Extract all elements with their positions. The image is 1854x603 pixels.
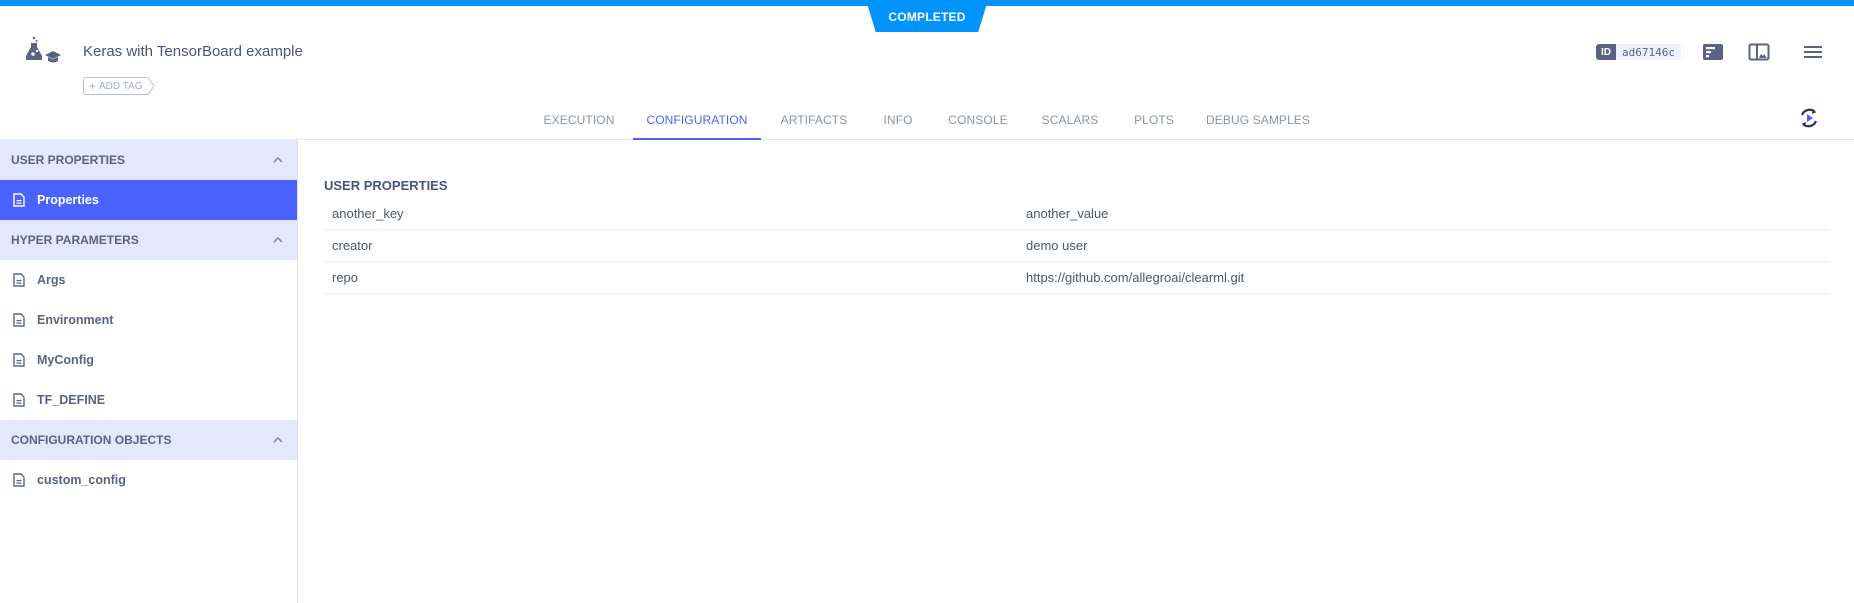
experiment-title[interactable]: Keras with TensorBoard example [83,43,303,60]
section-user-properties[interactable]: USER PROPERTIES [0,140,297,180]
document-icon [13,273,25,287]
tab-plots[interactable]: PLOTS [1129,100,1179,140]
property-value: https://github.com/allegroai/clearml.git [1018,270,1830,285]
sidebar-item-label: custom_config [37,473,126,487]
layout-toggle-icon[interactable] [1748,42,1770,62]
section-title: HYPER PARAMETERS [11,233,139,247]
section-title: CONFIGURATION OBJECTS [11,433,171,447]
experiment-type-icon [24,36,64,66]
document-icon [13,193,25,207]
chevron-up-icon[interactable] [271,153,285,167]
document-icon [13,473,25,487]
section-title: USER PROPERTIES [11,153,125,167]
menu-icon[interactable] [1802,42,1824,62]
chevron-up-icon[interactable] [271,433,285,447]
section-configuration-objects[interactable]: CONFIGURATION OBJECTS [0,420,297,460]
tab-scalars[interactable]: SCALARS [1038,100,1102,140]
sidebar-item-label: Environment [37,313,113,327]
sidebar-item-environment[interactable]: Environment [0,300,297,340]
id-badge[interactable]: ID ad67146c [1596,44,1681,60]
sidebar-item-properties[interactable]: Properties [0,180,297,220]
id-label: ID [1596,44,1616,60]
properties-panel: USER PROPERTIES another_key another_valu… [324,178,1830,294]
table-row: repo https://github.com/allegroai/clearm… [324,262,1830,294]
tab-info[interactable]: INFO [877,100,919,140]
sidebar-item-args[interactable]: Args [0,260,297,300]
table-row: creator demo user [324,230,1830,262]
add-tag-label: ADD TAG [99,81,143,92]
document-icon [13,393,25,407]
section-hyper-parameters[interactable]: HYPER PARAMETERS [0,220,297,260]
id-value: ad67146c [1616,44,1681,60]
tab-artifacts[interactable]: ARTIFACTS [780,100,848,140]
table-row: another_key another_value [324,198,1830,230]
plus-icon: + [89,80,96,92]
sidebar-item-label: Properties [37,193,99,207]
sidebar-item-label: TF_DEFINE [37,393,105,407]
property-key: repo [324,270,1018,285]
sidebar-item-label: MyConfig [37,353,94,367]
info-panel-icon[interactable] [1702,42,1724,62]
sidebar-item-label: Args [37,273,65,287]
property-key: another_key [324,206,1018,221]
chevron-up-icon[interactable] [271,233,285,247]
sidebar: USER PROPERTIES Properties HYPER PARAMET… [0,140,298,603]
section-heading: USER PROPERTIES [324,178,1830,198]
sidebar-item-myconfig[interactable]: MyConfig [0,340,297,380]
tab-configuration[interactable]: CONFIGURATION [633,100,761,140]
tab-console[interactable]: CONSOLE [946,100,1010,140]
status-badge: COMPLETED [866,0,988,32]
sidebar-item-custom-config[interactable]: custom_config [0,460,297,500]
document-icon [13,313,25,327]
property-value: demo user [1018,238,1830,253]
tab-bar: EXECUTION CONFIGURATION ARTIFACTS INFO C… [0,100,1854,140]
tab-execution[interactable]: EXECUTION [544,100,614,140]
document-icon [13,353,25,367]
property-value: another_value [1018,206,1830,221]
sidebar-item-tf-define[interactable]: TF_DEFINE [0,380,297,420]
auto-refresh-icon[interactable] [1797,106,1821,130]
tab-debug-samples[interactable]: DEBUG SAMPLES [1206,100,1310,140]
tag-tip-icon [147,77,155,95]
property-key: creator [324,238,1018,253]
add-tag-button[interactable]: + ADD TAG [83,77,155,95]
